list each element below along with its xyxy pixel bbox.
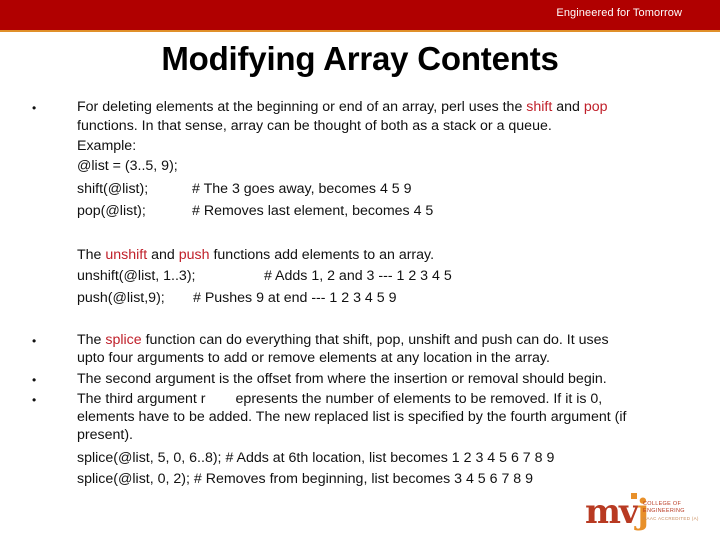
bullet-marker: • — [32, 393, 37, 407]
keyword-pop: pop — [583, 99, 608, 115]
logo-text: COLLEGE OF ENGINEERING NAAC ACCREDITED (… — [643, 501, 699, 522]
keyword-push: push — [178, 247, 210, 263]
code-unshift: unshift(@list, 1..3); — [77, 268, 196, 284]
code-splice-remove: splice(@list, 0, 2); # Removes from begi… — [77, 471, 534, 487]
keyword-shift: shift — [526, 99, 553, 115]
code-unshift-comment: # Adds 1, 2 and 3 --- 1 2 3 4 5 — [264, 268, 452, 284]
section3-bullet2: The second argument is the offset from w… — [77, 371, 607, 387]
code-push-comment: # Pushes 9 at end --- 1 2 3 4 5 9 — [193, 290, 397, 306]
section3-bullet1-line2: upto four arguments to add or remove ele… — [77, 350, 550, 366]
section1-line2: functions. In that sense, array can be t… — [77, 118, 552, 134]
code-push: push(@list,9); — [77, 290, 165, 306]
text: epresents the number of elements to be r… — [235, 391, 603, 407]
text: For deleting elements at the beginning o… — [77, 99, 527, 115]
code-pop-comment: # Removes last element, becomes 4 5 — [192, 203, 434, 219]
text: and — [552, 99, 584, 115]
text: The third argument r — [77, 391, 206, 407]
text: The — [77, 247, 106, 263]
logo-line2: ENGINEERING — [643, 508, 685, 514]
section2-line1: The unshift and push functions add eleme… — [77, 246, 434, 264]
keyword-unshift: unshift — [105, 247, 148, 263]
slide-title: Modifying Array Contents — [161, 40, 559, 77]
code-shift-comment: # The 3 goes away, becomes 4 5 9 — [192, 181, 412, 197]
text: function can do everything that shift, p… — [141, 332, 609, 348]
logo-mark-mv: mv — [585, 492, 639, 532]
logo-line3: NAAC ACCREDITED (A) — [643, 516, 699, 521]
example-label: Example: — [77, 138, 137, 154]
tagline: Engineered for Tomorrow — [556, 7, 682, 19]
text: and — [147, 247, 179, 263]
accent-divider — [0, 30, 720, 32]
section3-bullet1: The splice function can do everything th… — [77, 331, 609, 349]
logo-mark: mvj — [585, 495, 649, 529]
code-splice-add: splice(@list, 5, 0, 6..8); # Adds at 6th… — [77, 450, 555, 466]
code-pop: pop(@list); — [77, 203, 146, 219]
bullet-marker: • — [32, 373, 37, 387]
bullet-marker: • — [32, 101, 37, 115]
bullet-marker: • — [32, 334, 37, 348]
code-shift: shift(@list); — [77, 181, 149, 197]
text: The — [77, 332, 106, 348]
section3-bullet3: The third argument r epresents the number… — [77, 390, 602, 408]
section3-bullet3-line3: present). — [77, 427, 133, 443]
header-bar: Engineered for Tomorrow — [0, 0, 720, 30]
text: functions add elements to an array. — [209, 247, 435, 263]
keyword-splice: splice — [105, 332, 142, 348]
logo-line1: COLLEGE OF — [643, 501, 682, 507]
college-logo: mvj COLLEGE OF ENGINEERING NAAC ACCREDIT… — [585, 493, 715, 531]
section1-line1: For deleting elements at the beginning o… — [77, 98, 608, 116]
code-list-init: @list = (3..5, 9); — [77, 158, 178, 174]
section3-bullet3-line2: elements have to be added. The new repla… — [77, 409, 627, 425]
